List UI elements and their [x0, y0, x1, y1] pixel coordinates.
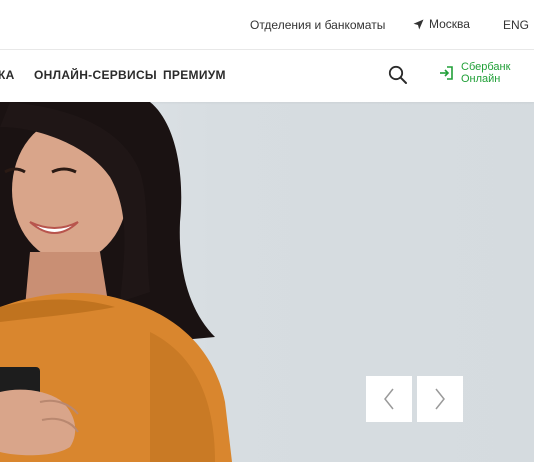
branches-atms-link[interactable]: Отделения и банкоматы	[250, 18, 385, 32]
city-label: Москва	[429, 17, 470, 31]
search-button[interactable]	[386, 63, 410, 87]
sbol-line-2: Онлайн	[461, 73, 501, 85]
slider-prev-button[interactable]	[366, 376, 412, 422]
chevron-right-icon	[435, 388, 445, 410]
page: Отделения и банкоматы Москва ENG КА ОНЛА…	[0, 0, 534, 462]
location-arrow-icon	[413, 19, 424, 29]
main-nav: КА ОНЛАЙН-СЕРВИСЫ ПРЕМИУМ Сбербанк Онлай…	[0, 50, 534, 102]
sbol-line-1: Сбербанк	[461, 61, 511, 73]
nav-item-partial[interactable]: КА	[0, 68, 15, 82]
login-arrow-icon	[440, 66, 453, 80]
language-switch[interactable]: ENG	[503, 18, 529, 32]
chevron-left-icon	[384, 388, 394, 410]
hero-banner	[0, 102, 534, 462]
sberbank-online-button[interactable]: Сбербанк Онлайн	[438, 61, 510, 85]
search-icon	[388, 65, 407, 84]
slider-next-button[interactable]	[417, 376, 463, 422]
sberbank-online-label: Сбербанк Онлайн	[461, 61, 510, 85]
nav-item-online-services[interactable]: ОНЛАЙН-СЕРВИСЫ	[34, 68, 157, 82]
nav-item-premium[interactable]: ПРЕМИУМ	[163, 68, 226, 82]
hero-woman-image	[0, 102, 232, 462]
city-selector[interactable]: Москва	[413, 17, 470, 31]
top-utility-bar: Отделения и банкоматы Москва ENG	[0, 0, 534, 50]
